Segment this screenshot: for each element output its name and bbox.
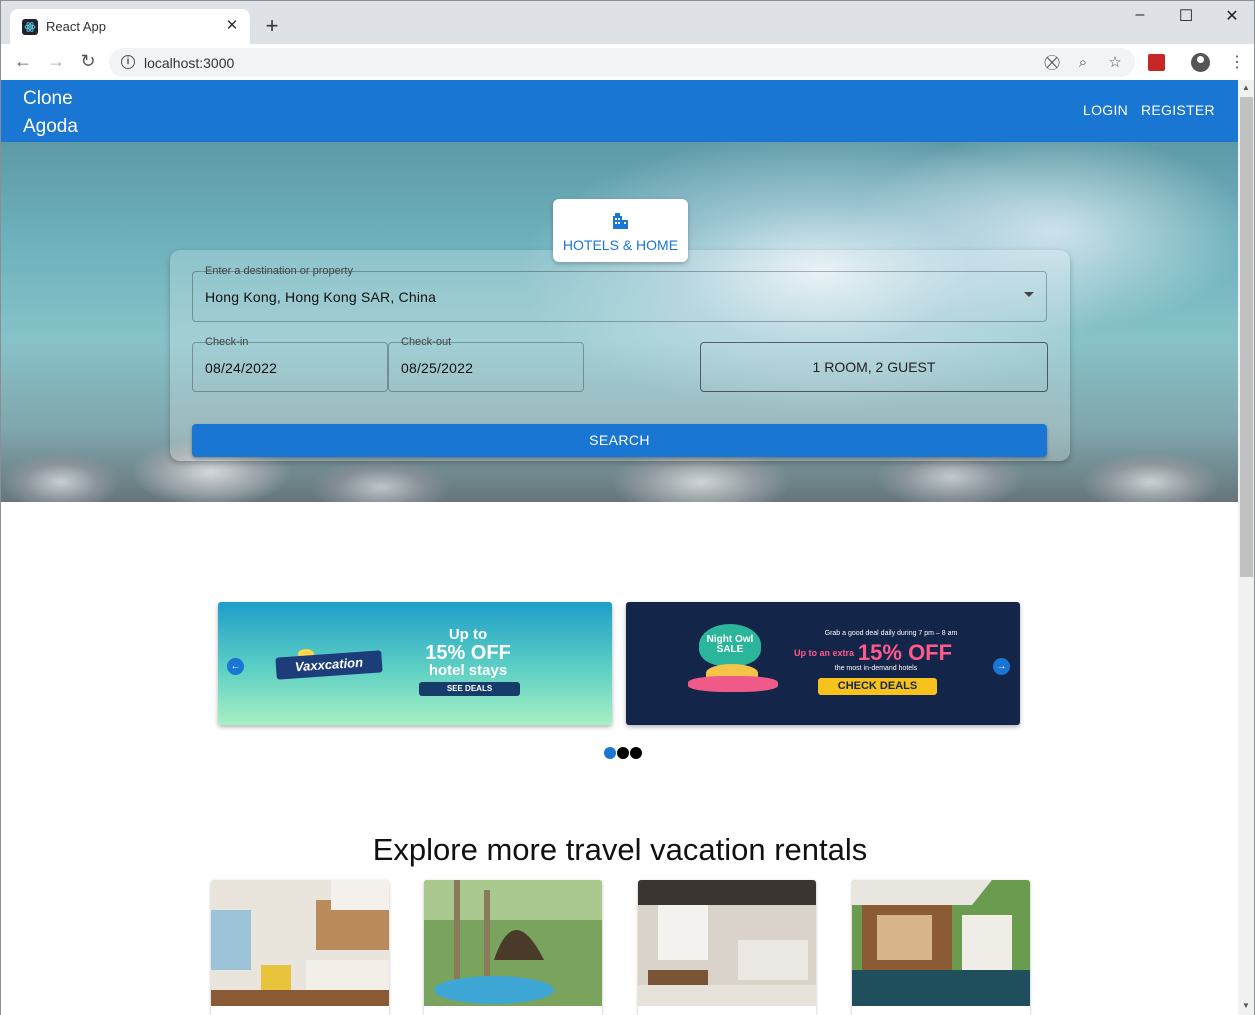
tab-title: React App — [46, 19, 106, 34]
close-window-icon[interactable]: ✕ — [1222, 6, 1242, 26]
profile-icon[interactable] — [1191, 53, 1210, 72]
reload-icon[interactable]: ↻ — [78, 51, 98, 72]
scroll-thumb[interactable] — [1240, 97, 1253, 577]
plate-graphic — [688, 676, 778, 692]
search-button[interactable]: SEARCH — [192, 424, 1047, 457]
scroll-up-icon[interactable]: ▲ — [1242, 83, 1250, 92]
carousel-dot-1[interactable] — [604, 747, 616, 759]
dropdown-arrow-icon[interactable] — [1024, 292, 1034, 297]
new-tab-button[interactable]: + — [262, 15, 282, 37]
promo-banner-vaxxcation[interactable]: Vaxxcation Up to 15% OFF hotel stays SEE… — [218, 602, 612, 725]
rentals-section-title: Explore more travel vacation rentals — [372, 832, 868, 867]
info-icon[interactable]: i — [121, 55, 135, 69]
forward-icon[interactable]: → — [46, 51, 66, 72]
extension-icon[interactable] — [1148, 54, 1165, 71]
register-button[interactable]: REGISTER — [1141, 102, 1215, 118]
bookmark-star-icon[interactable]: ☆ — [1106, 54, 1124, 72]
carousel-dot-3[interactable] — [630, 747, 642, 759]
checkout-label: Check-out — [401, 336, 452, 348]
carousel-next-icon[interactable]: → — [993, 658, 1010, 675]
checkin-label: Check-in — [205, 336, 249, 348]
login-button[interactable]: LOGIN — [1083, 102, 1128, 118]
scroll-down-icon[interactable]: ▼ — [1242, 1001, 1250, 1010]
hotel-icon — [613, 213, 628, 229]
destination-label: Enter a destination or property — [205, 265, 353, 277]
page-scrollbar[interactable]: ▲ ▼ — [1238, 80, 1255, 1015]
translate-blocked-icon[interactable]: ⛒ — [1043, 54, 1061, 72]
checkout-value[interactable]: 08/25/2022 — [401, 360, 473, 376]
minimize-icon[interactable]: – — [1130, 6, 1150, 24]
promo2-prefix: Up to an extra — [794, 648, 855, 658]
brand-line1: Clone — [23, 88, 73, 109]
promo2-headline: 15% OFF — [857, 640, 953, 665]
promo-banner-night-owl[interactable]: Night Owl SALE Grab a good deal daily du… — [626, 602, 1020, 725]
maximize-icon[interactable]: ☐ — [1176, 6, 1196, 26]
close-tab-icon[interactable]: ✕ — [224, 18, 240, 34]
rental-card-loft[interactable] — [638, 880, 816, 1015]
brand-line2: Agoda — [23, 116, 78, 137]
rental-card-villa[interactable] — [424, 880, 602, 1015]
brand-logo[interactable]: Clone Agoda — [23, 85, 93, 141]
checkout-field[interactable]: Check-out 08/25/2022 — [388, 336, 584, 392]
menu-icon[interactable]: ⋮ — [1229, 52, 1245, 72]
carousel-prev-icon[interactable]: ← — [227, 658, 244, 675]
page-viewport: Clone Agoda LOGIN REGISTER Enter a desti… — [0, 80, 1238, 1015]
promo1-line3: hotel stays — [428, 662, 508, 679]
rental-photo-pool-villa — [852, 880, 1030, 1006]
destination-value[interactable]: Hong Kong, Hong Kong SAR, China — [205, 289, 436, 305]
see-deals-button[interactable]: SEE DEALS — [419, 682, 520, 696]
browser-chrome: React App ✕ + – ☐ ✕ ← → ↻ i localhost:30… — [0, 0, 1255, 81]
zoom-icon[interactable]: ⌕ — [1074, 54, 1092, 72]
night-owl-badge: Night Owl SALE — [706, 634, 754, 655]
app-bar: Clone Agoda LOGIN REGISTER — [1, 80, 1238, 142]
promo2-subcaption: the most in-demand hotels — [834, 665, 918, 672]
vaxxcation-logo: Vaxxcation — [275, 650, 383, 680]
rental-photo-villa — [424, 880, 602, 1006]
promo2-caption: Grab a good deal daily during 7 pm – 8 a… — [824, 630, 958, 637]
rental-card-pool-villa[interactable] — [852, 880, 1030, 1015]
rental-photo-apartment — [211, 880, 389, 1006]
address-bar[interactable]: i localhost:3000 ⛒ ⌕ ☆ — [109, 48, 1135, 77]
check-deals-button[interactable]: CHECK DEALS — [818, 678, 937, 695]
tab-hotels-home-label: HOTELS & HOME — [562, 237, 679, 253]
browser-tab[interactable]: React App ✕ — [10, 9, 250, 44]
url-text[interactable]: localhost:3000 — [144, 55, 234, 71]
react-logo-icon — [22, 18, 38, 35]
promo1-line1: Up to — [448, 626, 488, 643]
checkin-value[interactable]: 08/24/2022 — [205, 360, 277, 376]
carousel-dot-2[interactable] — [617, 747, 629, 759]
rental-card-apartment[interactable] — [211, 880, 389, 1015]
rental-photo-loft — [638, 880, 816, 1006]
destination-field[interactable]: Enter a destination or property Hong Kon… — [192, 265, 1047, 322]
rooms-guests-button[interactable]: 1 ROOM, 2 GUEST — [700, 342, 1048, 392]
browser-toolbar: ← → ↻ i localhost:3000 ⛒ ⌕ ☆ ⋮ — [1, 44, 1254, 81]
back-icon[interactable]: ← — [13, 51, 33, 72]
tab-hotels-home[interactable]: HOTELS & HOME — [553, 199, 688, 262]
checkin-field[interactable]: Check-in 08/24/2022 — [192, 336, 388, 392]
